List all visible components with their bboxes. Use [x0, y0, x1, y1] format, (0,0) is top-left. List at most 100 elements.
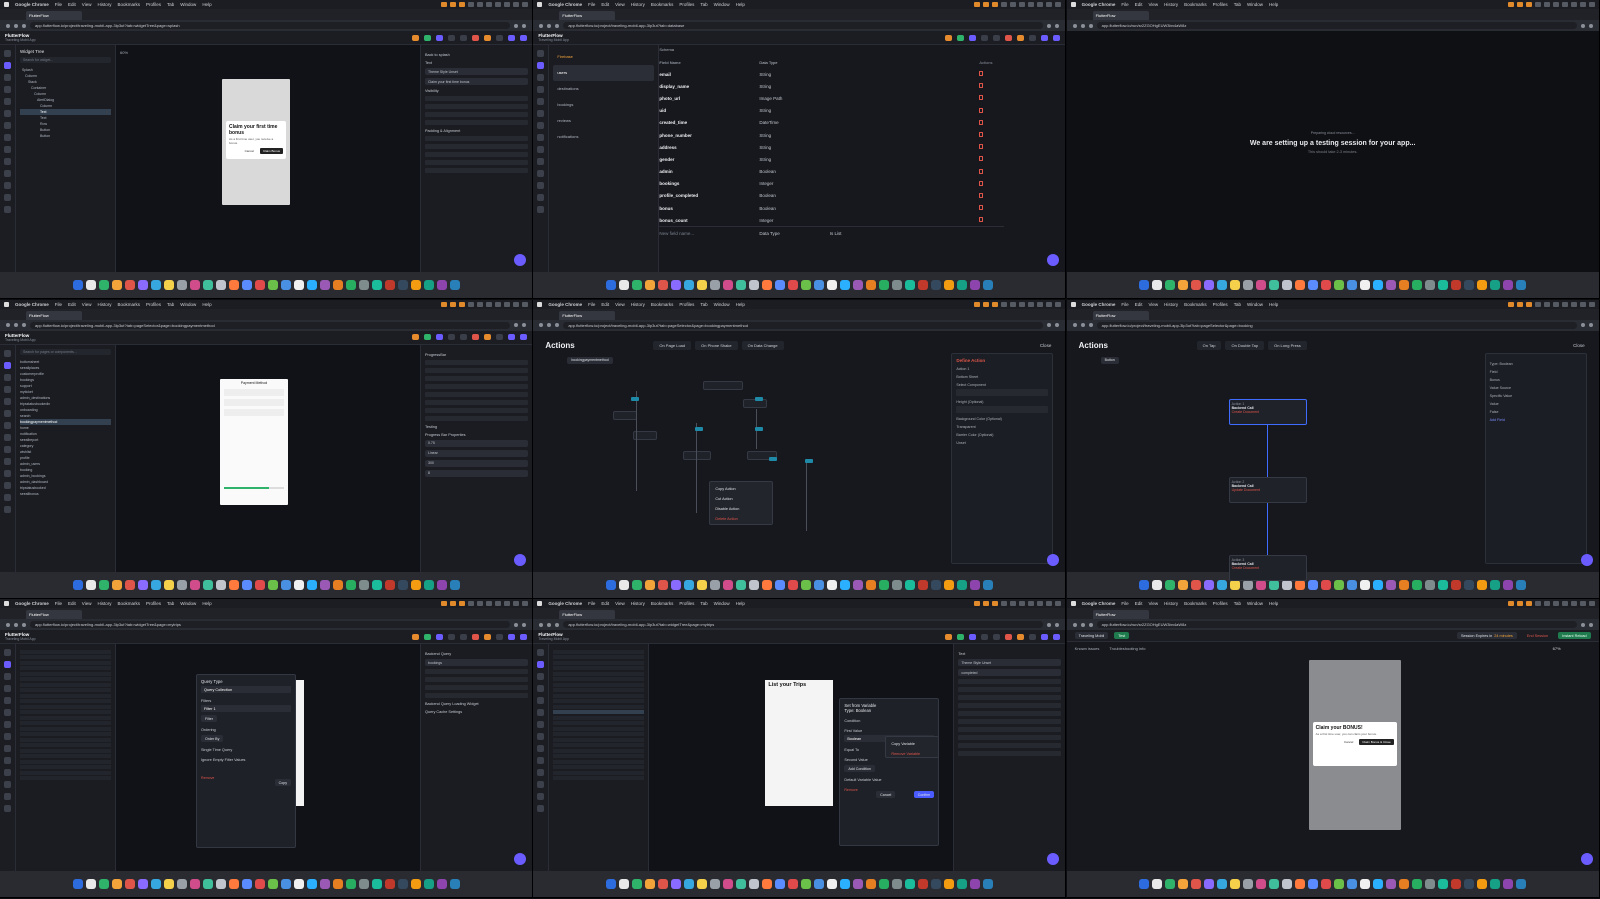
property-row[interactable]: [958, 711, 1062, 717]
context-menu-item[interactable]: Delete Action: [712, 514, 770, 524]
back-icon[interactable]: [539, 23, 544, 28]
nav-rail-icon[interactable]: [4, 433, 11, 441]
tree-row[interactable]: [553, 765, 645, 770]
dock-app-icon[interactable]: [1464, 879, 1475, 890]
property-row[interactable]: [958, 679, 1062, 685]
end-session-button[interactable]: End Session: [1523, 632, 1552, 639]
topbar-action-icon[interactable]: [1017, 34, 1025, 41]
copy-variable-item[interactable]: Copy Variable: [888, 739, 936, 749]
menu-item[interactable]: Help: [202, 601, 211, 606]
dock-app-icon[interactable]: [98, 280, 109, 290]
assistant-fab[interactable]: [514, 553, 526, 566]
dock-app-icon[interactable]: [280, 280, 291, 290]
dock-app-icon[interactable]: [241, 280, 252, 290]
tree-row[interactable]: [20, 693, 111, 698]
dock-app-icon[interactable]: [1217, 579, 1228, 590]
menu-item[interactable]: Edit: [68, 601, 76, 606]
dock-app-icon[interactable]: [1152, 879, 1163, 890]
tree-row[interactable]: [553, 715, 645, 720]
dock-app-icon[interactable]: [904, 280, 915, 290]
dock-app-icon[interactable]: [423, 879, 434, 890]
tree-row[interactable]: [20, 737, 111, 742]
remove-query-button[interactable]: Remove: [201, 776, 214, 786]
topbar-action-icon[interactable]: [472, 34, 479, 41]
menu-item[interactable]: Tab: [167, 2, 174, 7]
menu-item[interactable]: View: [615, 302, 625, 307]
menu-item[interactable]: Bookmarks: [118, 601, 141, 606]
extensions-icon[interactable]: [1588, 323, 1593, 328]
topbar-action-icon[interactable]: [508, 34, 515, 41]
tree-row[interactable]: [553, 666, 645, 671]
browser-tab[interactable]: FlutterFlow: [26, 11, 82, 20]
tree-row[interactable]: [20, 688, 111, 693]
nav-rail-icon[interactable]: [537, 86, 545, 93]
dock-app-icon[interactable]: [1230, 879, 1241, 890]
trigger-tab[interactable]: On Tap: [1196, 340, 1222, 350]
nav-rail-icon[interactable]: [537, 733, 545, 741]
dock-app-icon[interactable]: [137, 579, 148, 590]
query-type-select[interactable]: Query Collection: [201, 686, 291, 694]
dock-app-icon[interactable]: [631, 579, 642, 590]
delete-field-icon[interactable]: [979, 83, 984, 89]
tray-icon[interactable]: [1561, 2, 1568, 7]
tree-row[interactable]: [553, 754, 645, 759]
dock-app-icon[interactable]: [943, 579, 954, 590]
property-row[interactable]: [425, 685, 528, 691]
forward-icon[interactable]: [547, 23, 552, 28]
topbar-action-icon[interactable]: [957, 633, 965, 640]
dock-app-icon[interactable]: [956, 579, 967, 590]
dock-app-icon[interactable]: [1464, 579, 1475, 590]
menu-item[interactable]: Profiles: [679, 601, 694, 606]
collection-item[interactable]: users: [553, 65, 655, 81]
menu-item[interactable]: Tab: [1234, 601, 1241, 606]
assistant-fab[interactable]: [514, 254, 526, 266]
dock-app-icon[interactable]: [72, 579, 83, 590]
reload-icon[interactable]: [22, 622, 26, 627]
tray-icon[interactable]: [1534, 601, 1541, 607]
nav-rail-icon[interactable]: [537, 721, 545, 729]
trigger-tab[interactable]: On Phone Shake: [695, 340, 738, 350]
menu-item[interactable]: View: [615, 601, 625, 606]
url-field[interactable]: app.flutterflow.io/project/traveling-mob…: [30, 22, 510, 29]
tray-icon[interactable]: [1525, 2, 1532, 7]
nav-rail-icon[interactable]: [4, 457, 11, 465]
assistant-fab[interactable]: [1047, 254, 1060, 266]
nav-rail-icon[interactable]: [4, 86, 11, 93]
dock-app-icon[interactable]: [605, 879, 616, 890]
menu-item[interactable]: History: [1164, 2, 1178, 7]
topbar-action-icon[interactable]: [993, 34, 1001, 41]
tree-row[interactable]: [20, 776, 111, 781]
menu-item[interactable]: Help: [1269, 601, 1278, 606]
condition-tag[interactable]: [805, 458, 814, 463]
tray-icon[interactable]: [1516, 601, 1523, 607]
dock-app-icon[interactable]: [150, 879, 161, 890]
dock-app-icon[interactable]: [280, 579, 291, 590]
schema-row[interactable]: profile_completed Boolean: [659, 190, 1004, 202]
tray-icon[interactable]: [504, 2, 510, 7]
menu-item[interactable]: Window: [1247, 2, 1263, 7]
apple-icon[interactable]: [1070, 301, 1076, 307]
tree-row[interactable]: [20, 732, 111, 737]
tray-icon[interactable]: [486, 601, 492, 607]
extensions-icon[interactable]: [1055, 23, 1060, 28]
dock-app-icon[interactable]: [1334, 280, 1345, 290]
dock-app-icon[interactable]: [956, 280, 967, 290]
dock-app-icon[interactable]: [813, 579, 824, 590]
tree-row[interactable]: [553, 770, 645, 775]
dock-app-icon[interactable]: [1347, 280, 1358, 290]
dock-app-icon[interactable]: [1321, 879, 1332, 890]
tray-icon[interactable]: [1579, 301, 1586, 307]
dock-app-icon[interactable]: [1477, 879, 1488, 890]
dock-app-icon[interactable]: [1178, 579, 1189, 590]
dock-app-icon[interactable]: [1295, 280, 1306, 290]
nav-rail-icon[interactable]: [4, 793, 11, 801]
dock-app-icon[interactable]: [85, 280, 96, 290]
menu-item[interactable]: File: [55, 2, 62, 7]
tray-icon[interactable]: [992, 601, 999, 607]
schema-row[interactable]: photo_url Image Path: [659, 92, 1004, 104]
remove-variable-item[interactable]: Remove Variable: [888, 749, 936, 759]
dock-app-icon[interactable]: [1438, 579, 1449, 590]
topbar-action-icon[interactable]: [508, 334, 515, 341]
nav-rail-icon[interactable]: [537, 74, 545, 81]
tray-icon[interactable]: [1001, 2, 1008, 7]
